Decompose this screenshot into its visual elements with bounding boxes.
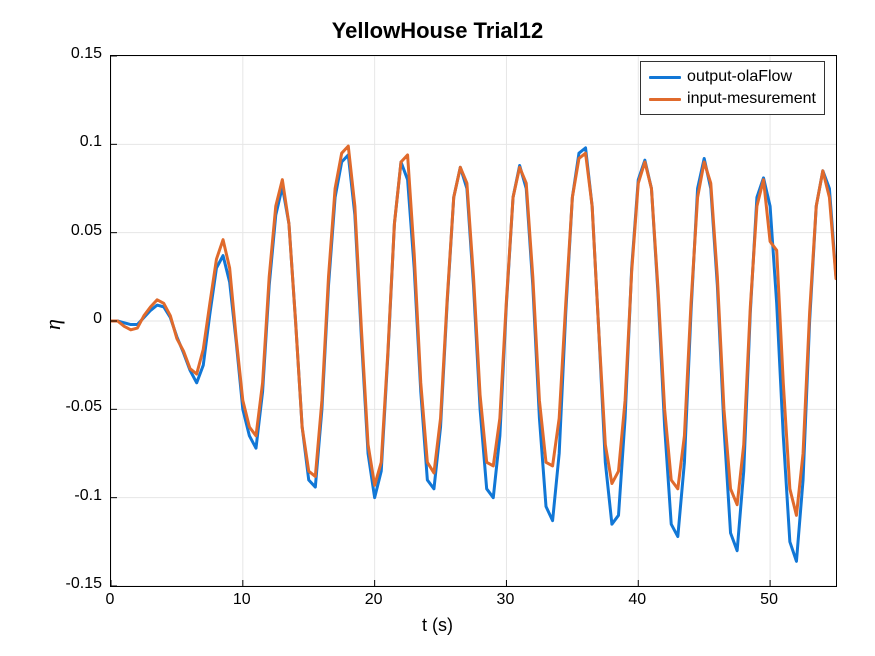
x-tick-label: 30 <box>490 591 520 609</box>
y-tick-label: -0.15 <box>66 575 102 593</box>
y-tick-label: -0.05 <box>66 398 102 416</box>
legend-label: input-mesurement <box>687 90 816 108</box>
series-line-0 <box>111 148 836 561</box>
chart-title: YellowHouse Trial12 <box>0 18 875 44</box>
x-tick-label: 50 <box>754 591 784 609</box>
plot-area <box>110 55 837 587</box>
legend-entry: input-mesurement <box>649 88 816 110</box>
y-tick-label: 0.15 <box>71 45 102 63</box>
legend: output-olaFlow input-mesurement <box>640 61 825 115</box>
y-tick-label: 0 <box>93 310 102 328</box>
series-line-1 <box>111 146 836 515</box>
x-tick-label: 10 <box>227 591 257 609</box>
legend-swatch <box>649 98 681 101</box>
chart-svg <box>111 56 836 586</box>
legend-label: output-olaFlow <box>687 68 792 86</box>
x-tick-label: 40 <box>622 591 652 609</box>
legend-entry: output-olaFlow <box>649 66 816 88</box>
y-tick-label: 0.1 <box>80 133 102 151</box>
x-tick-label: 20 <box>359 591 389 609</box>
x-axis-label: t (s) <box>0 615 875 636</box>
y-tick-label: -0.1 <box>74 487 102 505</box>
y-axis-label: η <box>40 319 66 330</box>
y-tick-label: 0.05 <box>71 222 102 240</box>
chart-figure: YellowHouse Trial12 η t (s) output-olaFl… <box>0 0 875 656</box>
x-tick-label: 0 <box>95 591 125 609</box>
legend-swatch <box>649 76 681 79</box>
